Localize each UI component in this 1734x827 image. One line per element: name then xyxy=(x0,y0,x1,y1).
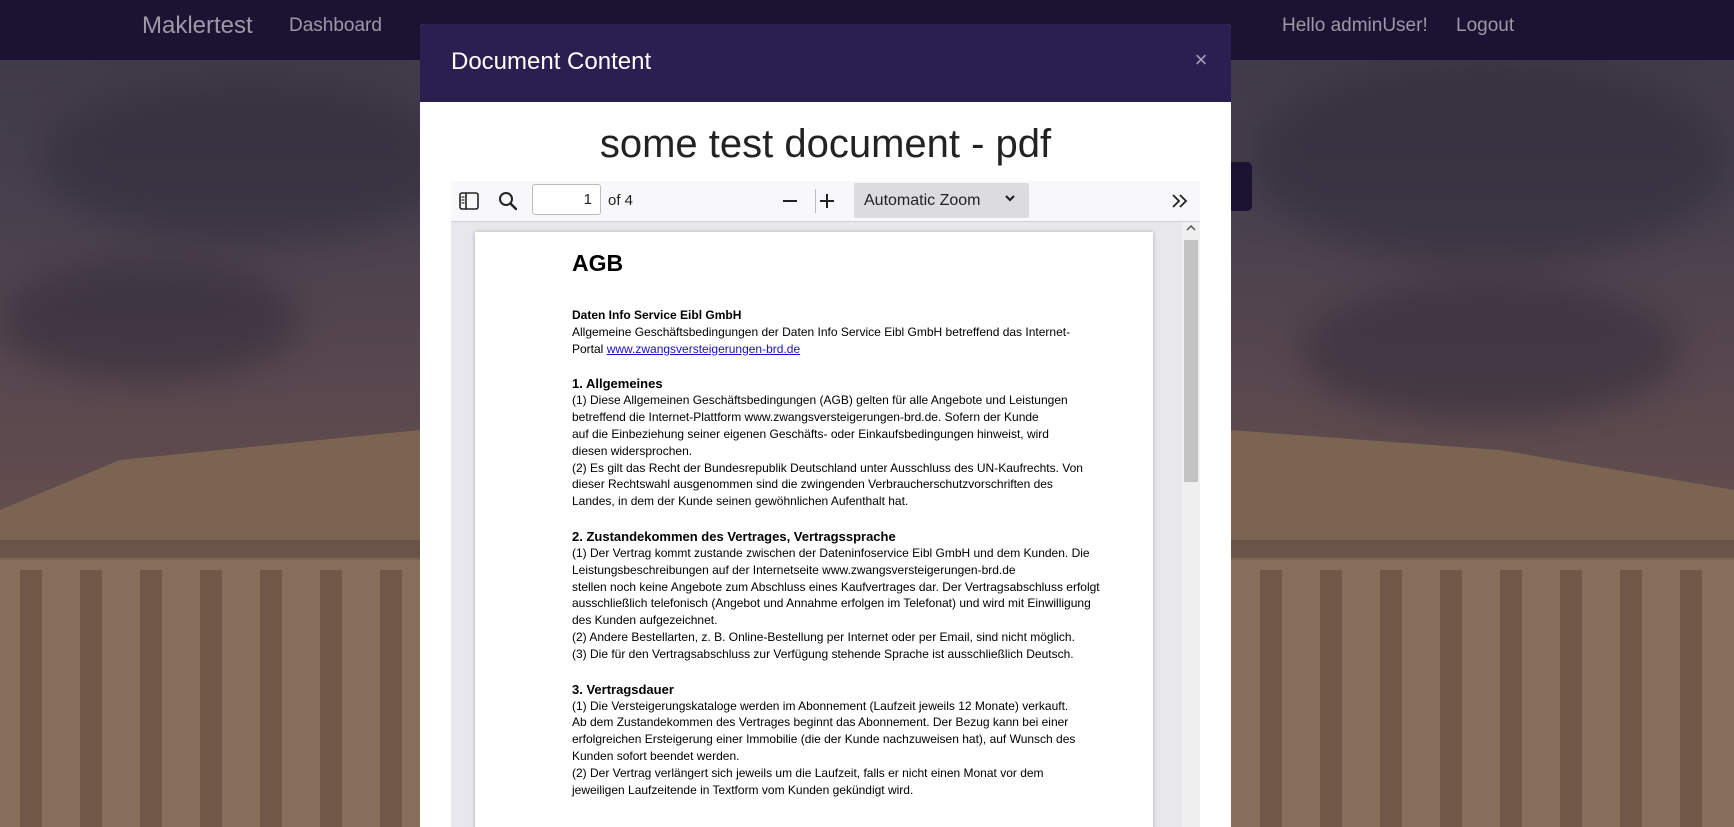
pdf-content: AGB Daten Info Service Eibl GmbH Allgeme… xyxy=(572,250,1132,798)
pdf-line: (1) Die Versteigerungskataloge werden im… xyxy=(572,698,1069,713)
modal-header: Document Content × xyxy=(420,24,1231,102)
user-greeting: Hello adminUser! xyxy=(1282,15,1428,36)
pdf-page-area[interactable]: AGB Daten Info Service Eibl GmbH Allgeme… xyxy=(451,222,1200,827)
search-icon[interactable] xyxy=(496,189,520,213)
pdf-text: Portal xyxy=(572,341,607,356)
pdf-line: (1) Der Vertrag kommt zustande zwischen … xyxy=(572,545,1090,560)
pdf-line: stellen noch keine Angebote zum Abschlus… xyxy=(572,579,1100,594)
pdf-heading: AGB xyxy=(572,250,624,276)
pdf-scrollbar[interactable] xyxy=(1182,222,1200,827)
pdf-line: (1) Diese Allgemeinen Geschäftsbedingung… xyxy=(572,393,1068,408)
pdf-line: betreffend die Internet-Plattform www.zw… xyxy=(572,410,1039,425)
chevron-down-icon xyxy=(1003,191,1017,208)
pdf-line: (3) Die für den Vertragsabschluss zur Ve… xyxy=(572,646,1074,661)
sidebar-toggle-icon[interactable] xyxy=(457,189,481,213)
zoom-in-icon[interactable] xyxy=(815,189,839,213)
pdf-toolbar: of 4 Automatic Zoom xyxy=(451,181,1200,222)
modal-title: Document Content xyxy=(451,48,652,75)
page-count: of 4 xyxy=(608,192,634,209)
pdf-line: Leistungsbeschreibungen auf der Internet… xyxy=(572,562,1016,577)
close-icon[interactable]: × xyxy=(1191,49,1211,71)
document-title: some test document - pdf xyxy=(599,122,1052,166)
pdf-line: Portal www.zwangsversteigerungen-brd.de xyxy=(572,341,1132,358)
pdf-line: dieser Rechtswahl ausgenommen sind die z… xyxy=(572,477,1053,492)
pdf-portal-link[interactable]: www.zwangsversteigerungen-brd.de xyxy=(607,342,800,356)
pdf-line: Ab dem Zustandekommen des Vertrages begi… xyxy=(572,715,1069,730)
pdf-line: erfolgreichen Ersteigerung einer Immobil… xyxy=(572,732,1076,747)
pdf-line: (2) Es gilt das Recht der Bundesrepublik… xyxy=(572,460,1083,475)
pdf-line: jeweiligen Laufzeitende in Textform vom … xyxy=(572,782,914,797)
brand-link[interactable]: Maklertest xyxy=(142,12,253,40)
pdf-line: Landes, in dem der Kunde seinen gewöhnli… xyxy=(572,494,909,509)
scrollbar-thumb[interactable] xyxy=(1184,240,1198,482)
pdf-page: AGB Daten Info Service Eibl GmbH Allgeme… xyxy=(475,232,1153,827)
chevron-up-icon[interactable] xyxy=(1186,224,1196,235)
pdf-line: Kunden sofort beendet werden. xyxy=(572,748,740,763)
page-number-input[interactable] xyxy=(532,184,601,215)
pdf-viewer: of 4 Automatic Zoom AGB Da xyxy=(451,181,1200,827)
pdf-section-title: 2. Zustandekommen des Vertrages, Vertrag… xyxy=(572,528,896,544)
pdf-section-title: 1. Allgemeines xyxy=(572,376,663,392)
pdf-line: ausschließlich telefonisch (Angebot und … xyxy=(572,596,1091,611)
pdf-line: (2) Der Vertrag verlängert sich jeweils … xyxy=(572,765,1044,780)
pdf-line: diesen widersprochen. xyxy=(572,443,693,458)
zoom-select-value: Automatic Zoom xyxy=(864,192,981,209)
pdf-company: Daten Info Service Eibl GmbH xyxy=(572,308,742,322)
tools-menu-icon[interactable] xyxy=(1168,189,1192,213)
zoom-select[interactable]: Automatic Zoom xyxy=(854,183,1029,218)
logout-link[interactable]: Logout xyxy=(1456,15,1514,37)
pdf-line: (2) Andere Bestellarten, z. B. Online-Be… xyxy=(572,629,1075,644)
pdf-line: Allgemeine Geschäftsbedingungen der Date… xyxy=(572,324,1071,339)
zoom-out-icon[interactable] xyxy=(778,189,802,213)
pdf-section-title: 3. Vertragsdauer xyxy=(572,681,674,697)
nav-dashboard-link[interactable]: Dashboard xyxy=(289,15,382,37)
pdf-line: auf die Einbeziehung seiner eigenen Gesc… xyxy=(572,426,1049,441)
document-modal: Document Content × some test document - … xyxy=(420,24,1231,827)
pdf-line: des Kunden aufgezeichnet. xyxy=(572,613,718,628)
